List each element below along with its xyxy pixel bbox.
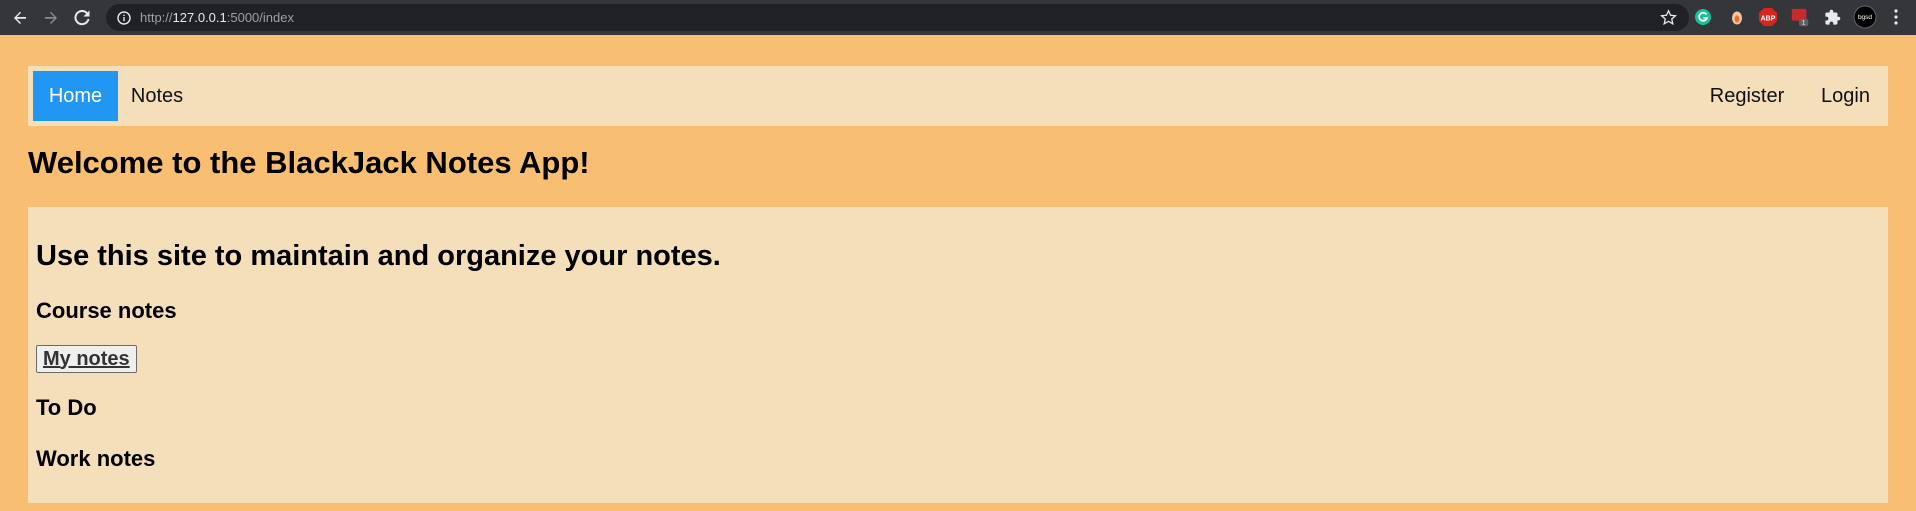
url-host: 127.0.0.1 (172, 10, 227, 25)
bookmark-star-icon[interactable] (1660, 9, 1677, 26)
nav-notes-link[interactable]: Notes (120, 71, 194, 121)
page-title: Welcome to the BlackJack Notes App! (28, 145, 590, 180)
work-notes-heading: Work notes (36, 446, 156, 471)
profile-label: bgsd (1858, 14, 1872, 21)
my-notes-button[interactable]: My notes (36, 345, 137, 373)
back-icon[interactable] (9, 7, 31, 29)
nav-register-link[interactable]: Register (1699, 71, 1795, 121)
address-bar[interactable]: http://127.0.0.1:5000/index (106, 4, 1689, 31)
nav-login-link[interactable]: Login (1808, 71, 1883, 121)
url-text: http://127.0.0.1:5000/index (140, 10, 294, 25)
content-panel: Use this site to maintain and organize y… (28, 207, 1888, 503)
adblock-plus-icon[interactable]: ABP (1758, 7, 1778, 27)
puzzle-extensions-icon[interactable] (1822, 7, 1842, 27)
extension-badge-count: 1 (1802, 20, 1806, 27)
course-notes-heading: Course notes (36, 298, 177, 323)
abp-label: ABP (1761, 16, 1776, 23)
page-subtitle: Use this site to maintain and organize y… (36, 240, 721, 272)
badge-extension-icon[interactable]: 1 (1790, 7, 1810, 27)
browser-toolbar: http://127.0.0.1:5000/index ABP 1 bgsd (0, 0, 1916, 35)
reload-icon[interactable] (71, 7, 93, 29)
top-navbar: Home Notes Register Login (28, 66, 1888, 126)
browser-menu-icon[interactable] (1886, 7, 1906, 27)
grammarly-icon[interactable] (1693, 7, 1713, 27)
url-prefix: http:// (140, 10, 173, 25)
nav-home-link[interactable]: Home (33, 71, 118, 121)
url-path: :5000/index (226, 10, 294, 25)
forward-icon[interactable] (40, 7, 62, 29)
info-icon[interactable] (116, 10, 132, 26)
profile-avatar-icon[interactable]: bgsd (1853, 5, 1877, 29)
honey-extension-icon[interactable] (1727, 7, 1747, 27)
todo-heading: To Do (36, 395, 97, 420)
